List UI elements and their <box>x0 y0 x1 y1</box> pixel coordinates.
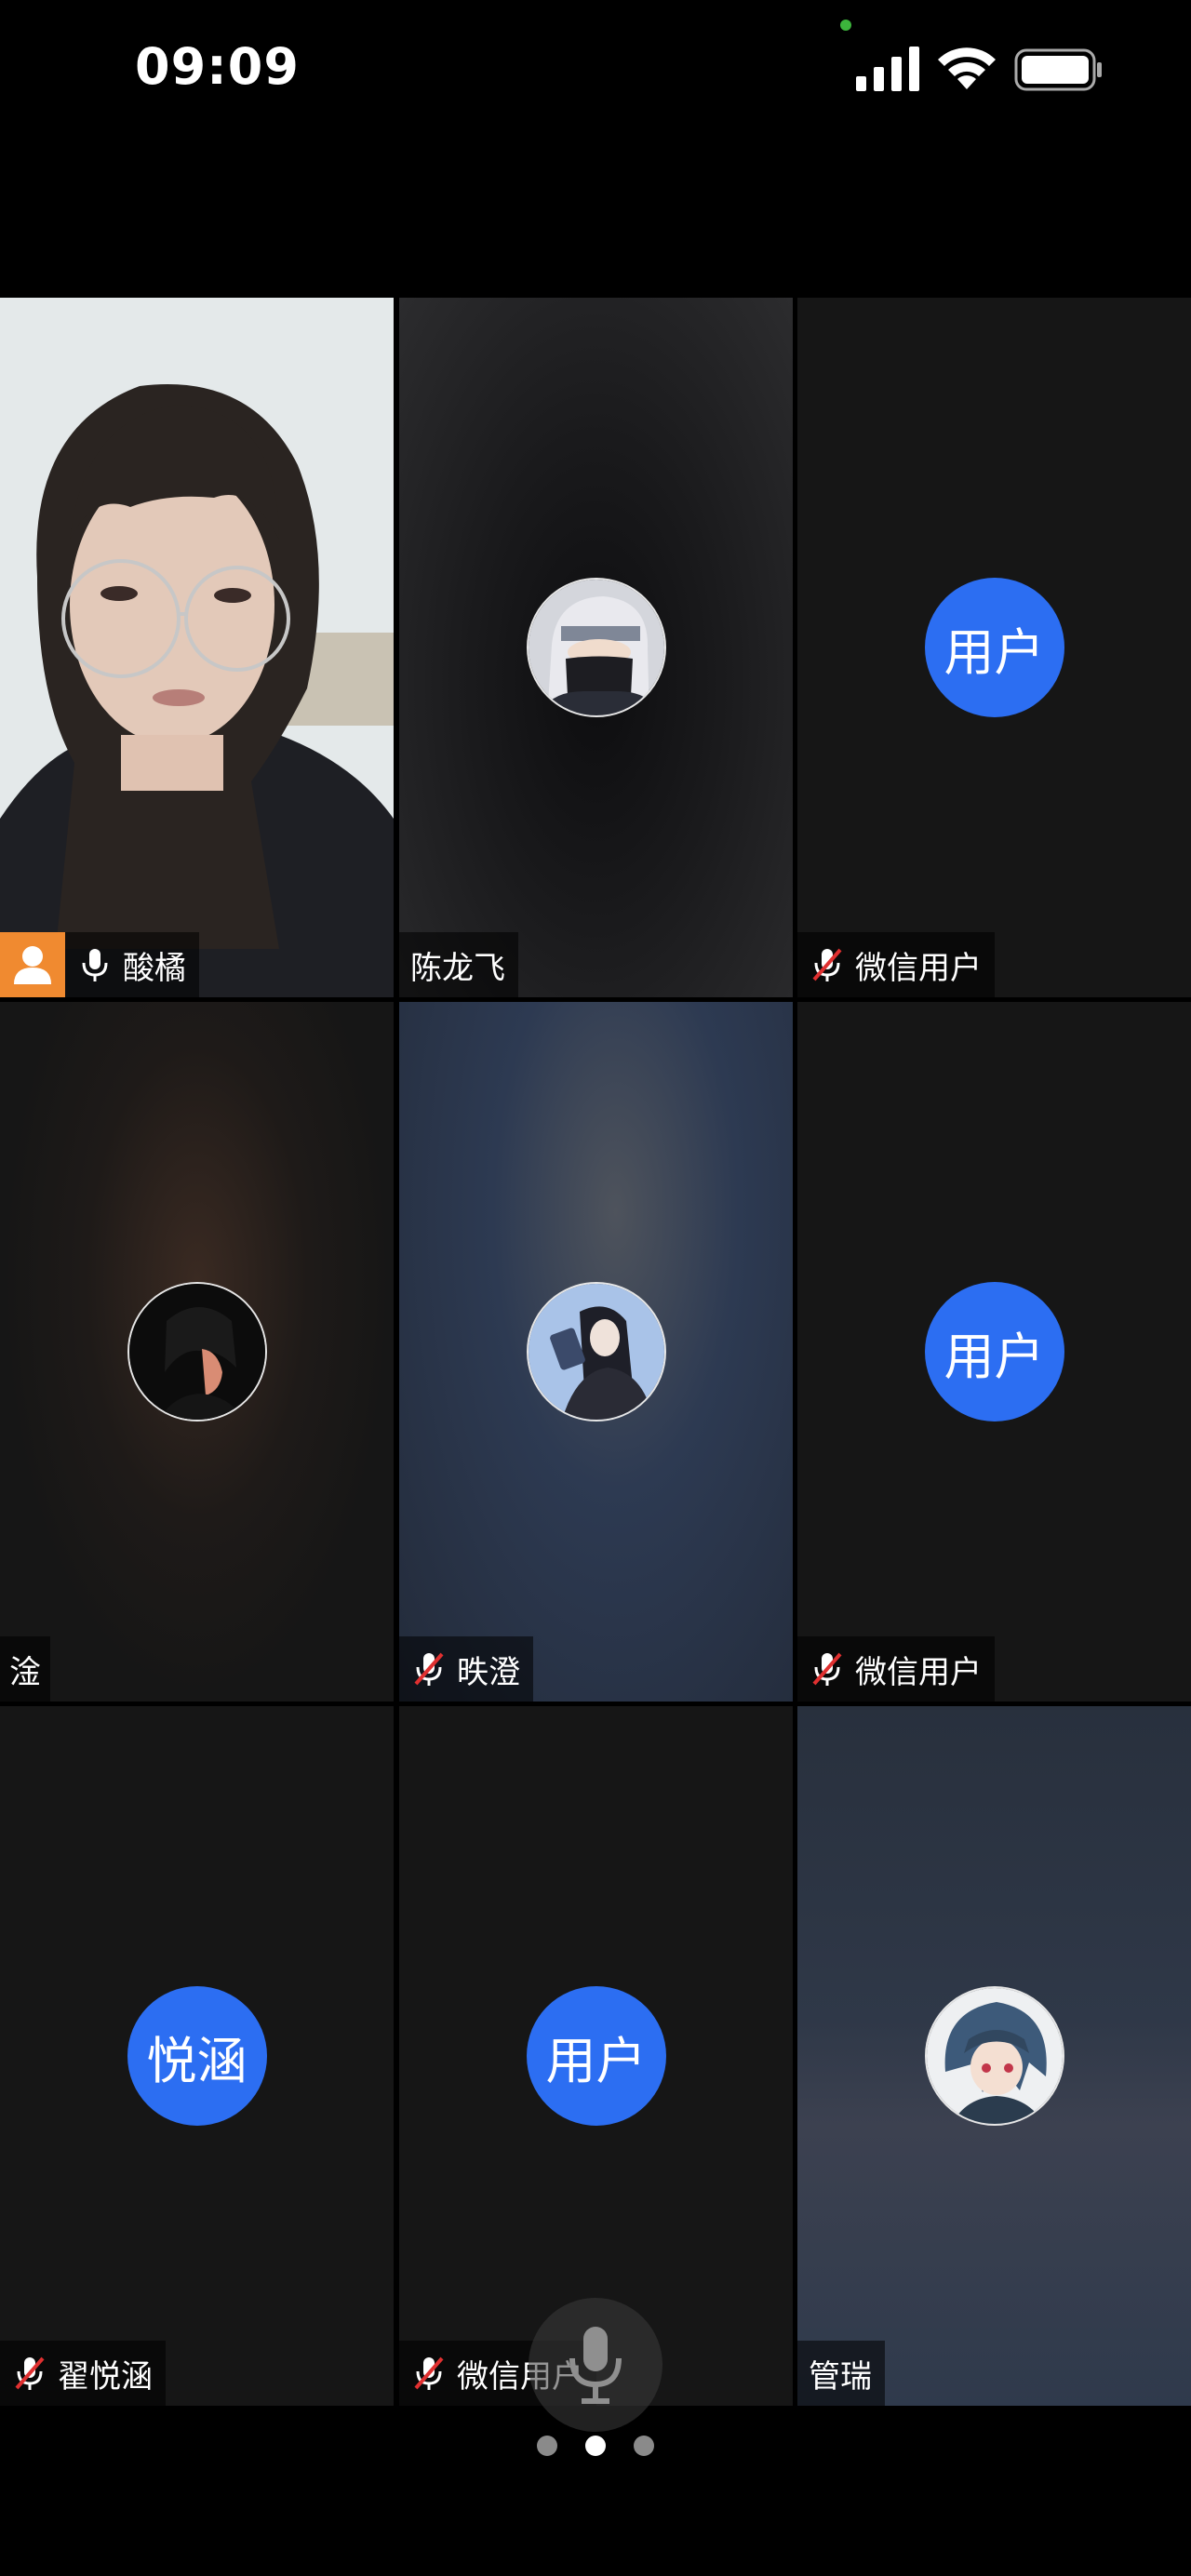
page-dot[interactable] <box>634 2436 654 2456</box>
camera-indicator-dot <box>840 20 851 31</box>
participant-name: 酸橘 <box>123 949 186 987</box>
participant-tile[interactable]: 陈龙飞 <box>399 298 793 997</box>
participant-tile[interactable]: 昳澄 <box>399 1002 793 1702</box>
text-avatar: 用户 <box>924 1282 1064 1421</box>
participant-name: 微信用户 <box>855 1653 982 1691</box>
participant-name-label: 淦 <box>0 1636 50 1702</box>
participant-name: 昳澄 <box>457 1653 520 1691</box>
dark-portrait-avatar-icon <box>127 1282 267 1421</box>
text-avatar: 用户 <box>924 578 1064 717</box>
page-dot-active[interactable] <box>585 2436 606 2456</box>
participant-name: 翟悦涵 <box>58 2357 153 2396</box>
participant-name: 陈龙飞 <box>410 949 505 987</box>
participant-name: 微信用户 <box>855 949 982 987</box>
participant-grid: 酸橘 陈龙飞 用户 微信用户 淦 昳澄 用户 微信用户 悦涵 翟悦涵 用户 微信… <box>0 298 1191 2408</box>
self-video-feed <box>0 298 394 997</box>
participant-tile[interactable]: 淦 <box>0 1002 394 1702</box>
text-avatar: 悦涵 <box>127 1986 267 2126</box>
battery-icon <box>1014 48 1102 91</box>
page-dot[interactable] <box>537 2436 557 2456</box>
participant-name-label: 微信用户 <box>797 1636 995 1702</box>
status-bar: 09:09 <box>0 0 1191 140</box>
microphone-muted-icon <box>414 2356 444 2390</box>
participant-name-label: 管瑞 <box>797 2341 885 2406</box>
cellular-signal-icon <box>856 47 919 91</box>
status-time: 09:09 <box>135 37 300 96</box>
participant-tile[interactable]: 悦涵 翟悦涵 <box>0 1706 394 2406</box>
participant-name-label: 微信用户 <box>797 932 995 997</box>
masked-ninja-avatar-icon <box>526 578 666 717</box>
microphone-muted-icon <box>414 1652 444 1686</box>
anime-character-avatar-icon <box>924 1986 1064 2126</box>
participant-tile[interactable]: 管瑞 <box>797 1706 1191 2406</box>
participant-name: 淦 <box>9 1653 41 1691</box>
microphone-icon <box>569 2327 622 2404</box>
participant-name-label: 翟悦涵 <box>0 2341 166 2406</box>
text-avatar: 用户 <box>526 1986 666 2126</box>
participant-name: 管瑞 <box>809 2357 872 2396</box>
microphone-toggle-button[interactable] <box>529 2298 662 2432</box>
microphone-icon <box>82 949 108 981</box>
person-icon <box>14 946 51 984</box>
participant-name-label: 酸橘 <box>65 932 199 997</box>
wifi-icon <box>938 47 996 89</box>
microphone-muted-icon <box>812 1652 842 1686</box>
participant-name-label: 昳澄 <box>399 1636 533 1702</box>
participant-tile[interactable]: 用户 微信用户 <box>797 1002 1191 1702</box>
video-frame <box>0 298 394 997</box>
participant-tile-self[interactable]: 酸橘 <box>0 298 394 997</box>
participant-tile[interactable]: 用户 微信用户 <box>797 298 1191 997</box>
microphone-muted-icon <box>812 948 842 981</box>
host-badge <box>0 932 65 997</box>
phone-selfie-avatar-icon <box>526 1282 666 1421</box>
participant-name-label: 陈龙飞 <box>399 932 518 997</box>
page-indicator <box>0 2436 1191 2463</box>
microphone-muted-icon <box>15 2356 45 2390</box>
